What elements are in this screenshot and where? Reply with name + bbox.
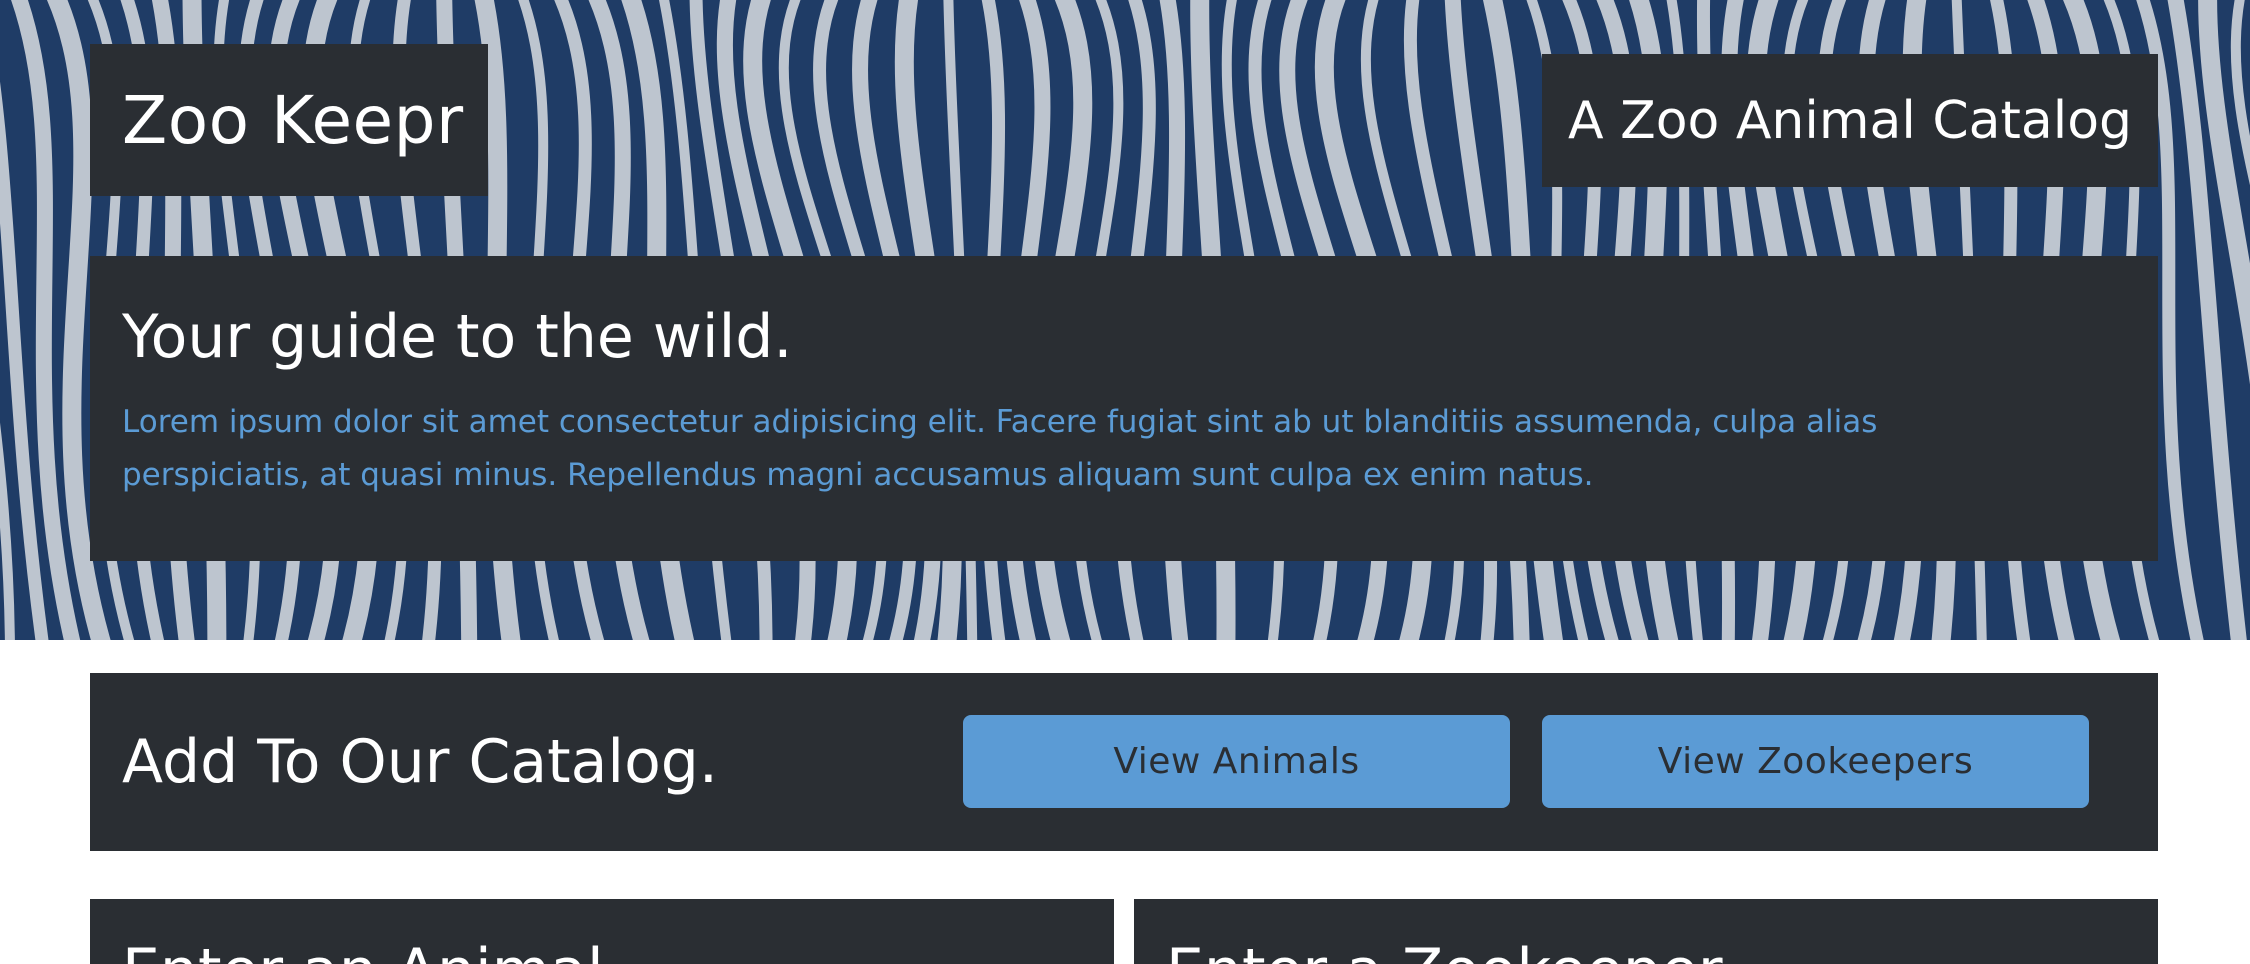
tagline-text: A Zoo Animal Catalog (1567, 90, 2133, 151)
intro-panel: Your guide to the wild. Lorem ipsum dolo… (90, 256, 2158, 561)
brand-title: Zoo Keepr (122, 81, 464, 159)
enter-zookeeper-card: Enter a Zookeeper (1134, 899, 2158, 964)
site-brand[interactable]: Zoo Keepr (90, 44, 488, 196)
view-zookeepers-button[interactable]: View Zookeepers (1542, 715, 2089, 808)
enter-animal-heading: Enter an Animal (122, 941, 1114, 964)
site-tagline: A Zoo Animal Catalog (1542, 54, 2158, 187)
intro-heading: Your guide to the wild. (122, 302, 793, 372)
catalog-actions: Add To Our Catalog. View Animals View Zo… (90, 673, 2158, 851)
view-animals-button[interactable]: View Animals (963, 715, 1510, 808)
intro-text: Lorem ipsum dolor sit amet consectetur a… (122, 404, 1878, 493)
enter-zookeeper-heading: Enter a Zookeeper (1166, 941, 2158, 964)
enter-animal-card: Enter an Animal (90, 899, 1114, 964)
